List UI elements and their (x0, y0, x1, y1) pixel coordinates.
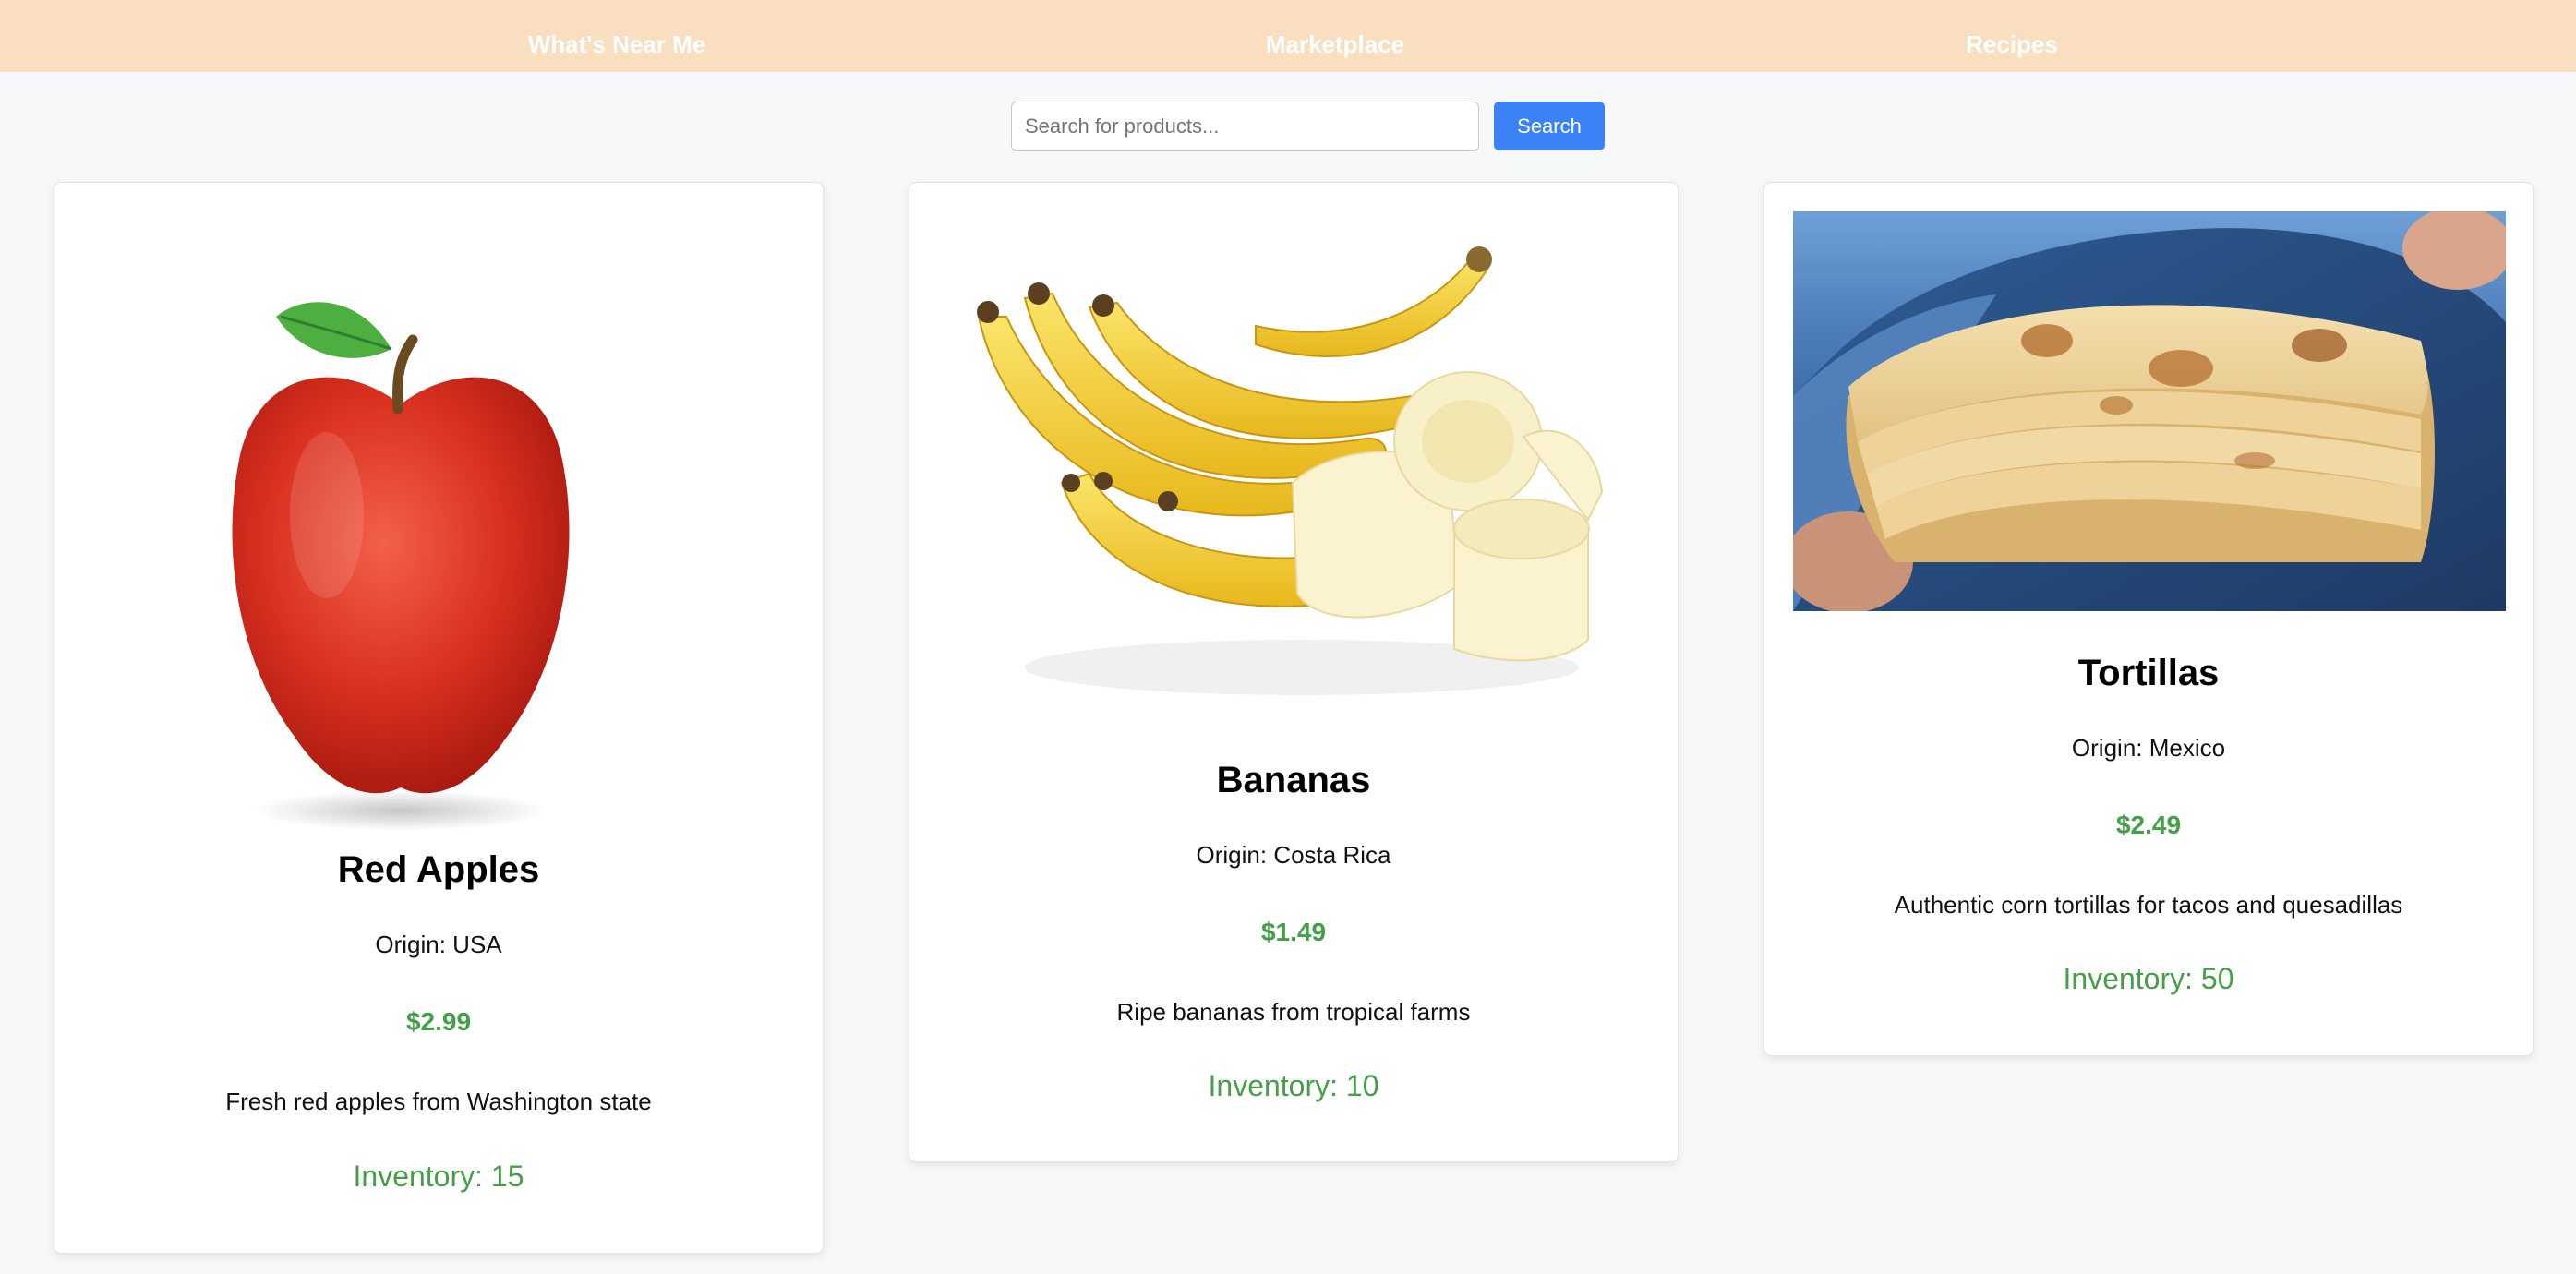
nav-item-marketplace[interactable]: Marketplace (1266, 0, 1404, 72)
search-input[interactable] (1011, 102, 1479, 151)
top-nav: What's Near Me Marketplace Recipes (0, 0, 2576, 72)
product-price: $1.49 (1260, 918, 1327, 946)
product-description: Fresh red apples from Washington state (225, 1088, 652, 1115)
product-inventory: Inventory: 15 (353, 1160, 524, 1193)
nav-item-whats-near-me[interactable]: What's Near Me (528, 0, 706, 72)
product-image-tortillas (1793, 211, 2506, 611)
product-description: Authentic corn tortillas for tacos and q… (1894, 891, 2403, 919)
product-description: Ripe bananas from tropical farms (1116, 998, 1471, 1026)
product-price: $2.49 (2115, 811, 2182, 839)
product-origin: Origin: USA (375, 931, 502, 958)
nav-item-recipes[interactable]: Recipes (1966, 0, 2058, 72)
search-button[interactable]: Search (1494, 102, 1605, 150)
product-inventory: Inventory: 10 (1208, 1069, 1379, 1102)
product-card-bananas[interactable]: Bananas Origin: Costa Rica $1.49 Ripe ba… (909, 182, 1679, 1162)
product-title: Tortillas (2077, 653, 2220, 693)
product-inventory: Inventory: 50 (2063, 962, 2234, 995)
product-card-tortillas[interactable]: Tortillas Origin: Mexico $2.49 Authentic… (1763, 182, 2534, 1056)
product-price: $2.99 (405, 1007, 472, 1036)
product-title: Bananas (1216, 760, 1371, 800)
product-title: Red Apples (337, 849, 540, 890)
product-origin: Origin: Costa Rica (1196, 841, 1391, 869)
product-image-bananas (951, 234, 1634, 704)
product-card-red-apples[interactable]: Red Apples Origin: USA $2.99 Fresh red a… (54, 182, 824, 1254)
product-origin: Origin: Mexico (2071, 734, 2226, 762)
